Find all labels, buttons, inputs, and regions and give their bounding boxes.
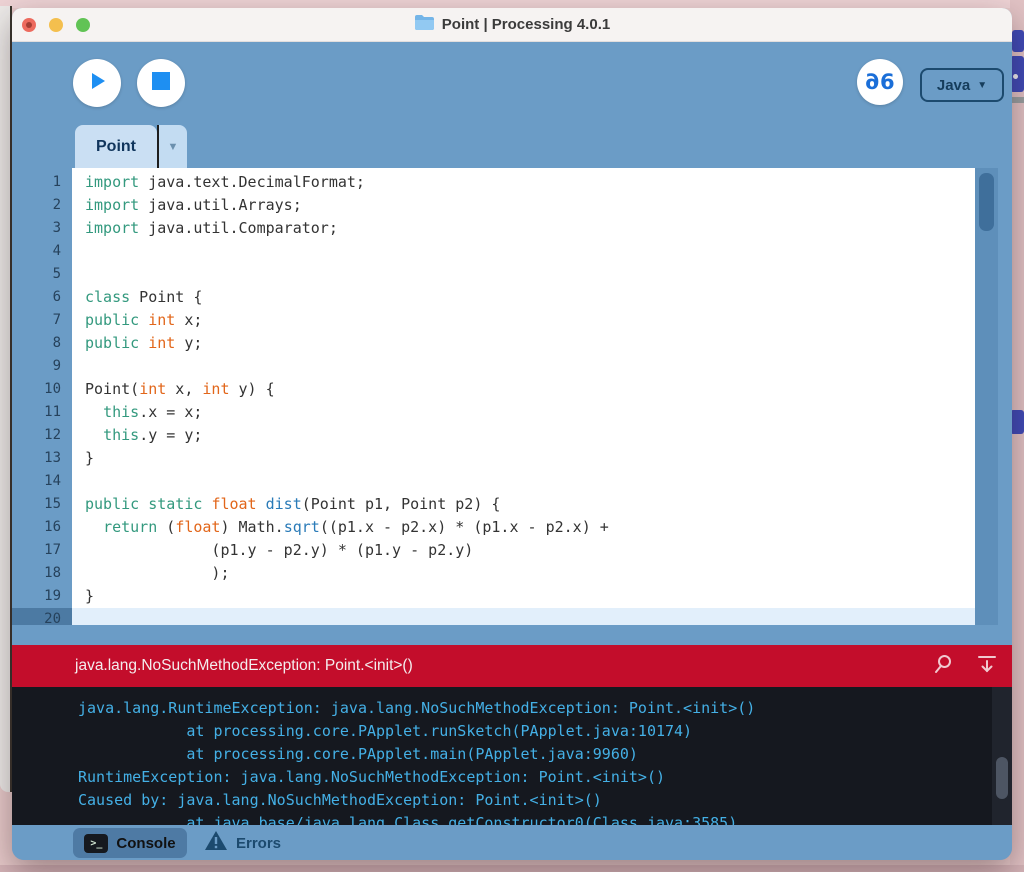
console-scrollbar[interactable] [992, 687, 1012, 825]
code-line[interactable]: this.x = x; [72, 401, 975, 424]
search-icon[interactable] [932, 653, 954, 680]
code-editor[interactable]: 1 2 3 4 5 6 7 8 9 10 11 12 13 14 15 16 17 18 19 20 import j… [12, 168, 998, 625]
code-line[interactable] [72, 263, 975, 286]
desktop-right-strip [1010, 0, 1024, 872]
processing-ide-window: Point | Processing 4.0.1 66 Java ▼ Point… [12, 8, 1012, 860]
background-window-fragment [1010, 410, 1024, 434]
debug-butterfly-icon: 66 [865, 70, 895, 94]
debug-button[interactable]: 66 [857, 59, 903, 105]
code-line[interactable]: public int x; [72, 309, 975, 332]
code-line[interactable]: import java.util.Arrays; [72, 194, 975, 217]
background-window-fragment [1012, 30, 1024, 52]
console-output[interactable]: java.lang.RuntimeException: java.lang.No… [12, 687, 1012, 825]
titlebar[interactable]: Point | Processing 4.0.1 [12, 8, 1012, 42]
code-line[interactable]: (p1.y - p2.y) * (p1.y - p2.y) [72, 539, 975, 562]
line-number: 14 [44, 473, 61, 489]
console-line: at processing.core.PApplet.main(PApplet.… [78, 745, 638, 763]
background-window-fragment [1010, 56, 1024, 92]
line-number: 18 [44, 565, 61, 581]
console-line: at java.base/java.lang.Class.getConstruc… [78, 814, 738, 825]
console-line: RuntimeException: java.lang.NoSuchMethod… [78, 768, 665, 786]
code-line[interactable] [72, 355, 975, 378]
console-line: at processing.core.PApplet.runSketch(PAp… [78, 722, 693, 740]
stop-button[interactable] [137, 59, 185, 107]
code-line[interactable]: } [72, 585, 975, 608]
error-status-bar: java.lang.NoSuchMethodException: Point.<… [12, 645, 1012, 687]
tab-console[interactable]: >_ Console [73, 828, 187, 858]
chevron-down-icon: ▼ [977, 79, 988, 91]
line-number: 9 [52, 358, 61, 374]
code-line[interactable]: class Point { [72, 286, 975, 309]
line-number: 8 [52, 335, 61, 351]
console-scrollbar-thumb[interactable] [996, 757, 1008, 799]
terminal-icon: >_ [84, 833, 109, 853]
code-line[interactable]: import java.util.Comparator; [72, 217, 975, 240]
line-number: 13 [44, 450, 61, 466]
collapse-console-icon[interactable] [976, 653, 998, 680]
line-number: 5 [52, 266, 61, 282]
line-number: 1 [52, 174, 61, 190]
code-line[interactable]: this.y = y; [72, 424, 975, 447]
code-line[interactable] [72, 470, 975, 493]
line-number: 6 [52, 289, 61, 305]
errors-tab-label: Errors [236, 834, 282, 852]
editor-scrollbar-thumb[interactable] [979, 173, 994, 231]
line-number: 10 [44, 381, 61, 397]
error-bar-actions [932, 645, 998, 687]
console-tab-label: Console [116, 834, 176, 852]
line-number: 17 [44, 542, 61, 558]
mode-selector-button[interactable]: Java ▼ [920, 68, 1004, 102]
code-lines[interactable]: import java.text.DecimalFormat; import ja… [72, 168, 975, 625]
code-line[interactable]: public int y; [72, 332, 975, 355]
line-number: 4 [52, 243, 61, 259]
code-line[interactable]: Point(int x, int y) { [72, 378, 975, 401]
tab-menu-button[interactable]: ▼ [159, 125, 187, 168]
code-line[interactable] [72, 240, 975, 263]
line-number: 16 [44, 519, 61, 535]
code-line[interactable]: ); [72, 562, 975, 585]
code-line[interactable]: public static float dist(Point p1, Point… [72, 493, 975, 516]
footer-tab-bar: >_ Console Errors [12, 825, 1012, 860]
line-number: 2 [52, 197, 61, 213]
line-number: 11 [44, 404, 61, 420]
background-window-edge [0, 6, 12, 792]
error-message: java.lang.NoSuchMethodException: Point.<… [75, 657, 413, 674]
console-line: java.lang.RuntimeException: java.lang.No… [78, 699, 756, 717]
minimize-button[interactable] [49, 18, 63, 32]
line-number: 7 [52, 312, 61, 328]
window-title-group: Point | Processing 4.0.1 [414, 14, 610, 36]
line-number: 20 [12, 608, 72, 625]
mode-label: Java [936, 76, 971, 94]
run-button[interactable] [73, 59, 121, 107]
traffic-lights [22, 8, 90, 42]
code-line[interactable]: return (float) Math.sqrt((p1.x - p2.x) *… [72, 516, 975, 539]
zoom-button[interactable] [76, 18, 90, 32]
folder-icon [414, 14, 435, 36]
tab-point[interactable]: Point [75, 125, 157, 168]
chevron-down-icon: ▼ [167, 140, 179, 153]
gutter: 1 2 3 4 5 6 7 8 9 10 11 12 13 14 15 16 17 18 19 20 [12, 168, 72, 625]
warning-icon [204, 830, 228, 856]
code-line[interactable]: } [72, 447, 975, 470]
background-window-fragment [1010, 97, 1024, 103]
console-line: Caused by: java.lang.NoSuchMethodExcepti… [78, 791, 602, 809]
code-line[interactable] [72, 608, 975, 625]
desktop-top-strip [0, 0, 1024, 8]
line-number: 19 [44, 588, 61, 604]
close-button[interactable] [22, 18, 36, 32]
line-number: 12 [44, 427, 61, 443]
line-number: 15 [44, 496, 61, 512]
console-lines: java.lang.RuntimeException: java.lang.No… [12, 687, 1012, 825]
stop-icon [151, 71, 171, 96]
play-icon [87, 71, 107, 96]
desktop-bottom-strip [0, 865, 1024, 872]
editor-scrollbar[interactable] [975, 168, 998, 625]
code-line[interactable]: import java.text.DecimalFormat; [72, 171, 975, 194]
line-number: 3 [52, 220, 61, 236]
tab-errors[interactable]: Errors [204, 828, 281, 858]
window-title: Point | Processing 4.0.1 [441, 16, 611, 33]
